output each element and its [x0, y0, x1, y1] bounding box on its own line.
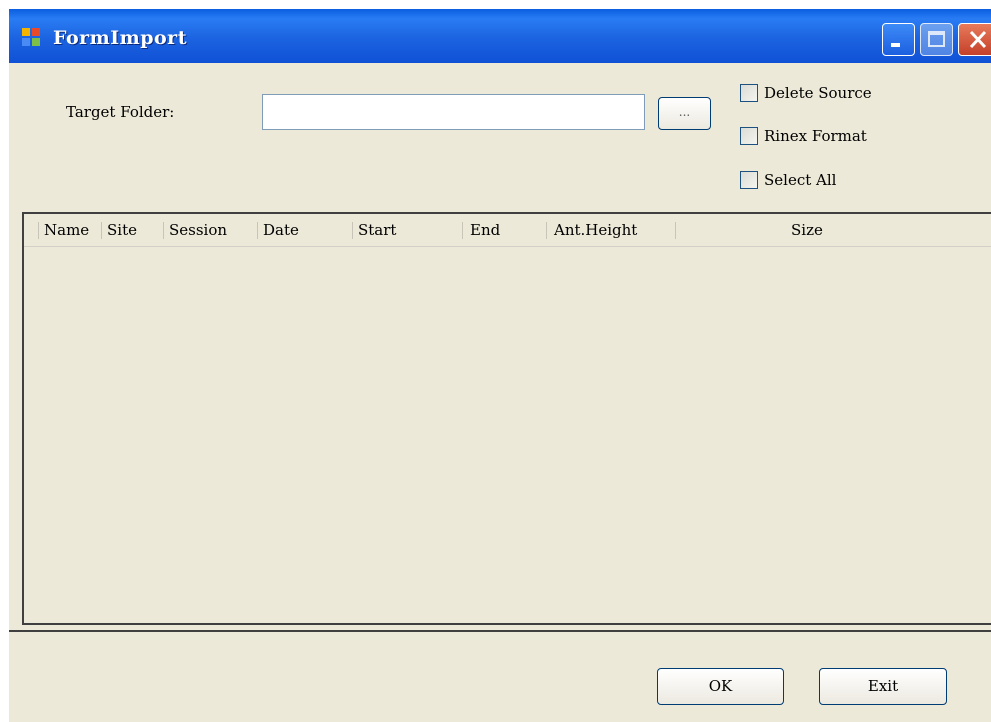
ok-button[interactable]: OK — [657, 668, 784, 705]
delete-source-label: Delete Source — [764, 84, 872, 102]
window-title: FormImport — [53, 27, 187, 49]
rinex-format-checkbox[interactable] — [740, 127, 758, 145]
close-icon — [969, 30, 987, 49]
exit-button[interactable]: Exit — [819, 668, 947, 705]
column-separator — [462, 222, 463, 239]
browse-button[interactable]: ... — [658, 97, 711, 130]
minimize-icon — [891, 43, 900, 47]
rinex-format-label: Rinex Format — [764, 127, 867, 145]
column-separator — [675, 222, 676, 239]
target-folder-input[interactable] — [262, 94, 645, 130]
app-icon — [22, 28, 40, 46]
file-list-view[interactable]: Name Site Session Date Start End Ant.Hei… — [22, 212, 991, 625]
delete-source-checkbox[interactable] — [740, 84, 758, 102]
column-header-session[interactable]: Session — [169, 221, 227, 239]
column-separator — [101, 222, 102, 239]
list-header: Name Site Session Date Start End Ant.Hei… — [24, 214, 991, 247]
column-header-end[interactable]: End — [470, 221, 500, 239]
column-separator — [352, 222, 353, 239]
select-all-label: Select All — [764, 171, 837, 189]
bottom-divider — [9, 630, 991, 632]
maximize-button[interactable] — [920, 23, 953, 56]
column-header-ant-height[interactable]: Ant.Height — [554, 221, 637, 239]
column-header-size[interactable]: Size — [791, 221, 823, 239]
column-separator — [163, 222, 164, 239]
close-button[interactable] — [958, 23, 991, 56]
column-header-start[interactable]: Start — [358, 221, 396, 239]
target-folder-label: Target Folder: — [66, 103, 175, 121]
column-header-date[interactable]: Date — [263, 221, 299, 239]
column-header-site[interactable]: Site — [107, 221, 137, 239]
column-separator — [38, 222, 39, 239]
title-bar[interactable]: FormImport — [9, 9, 991, 63]
form-import-window: FormImport Target Folder: ... Delete Sou… — [9, 9, 991, 722]
minimize-button[interactable] — [882, 23, 915, 56]
select-all-checkbox[interactable] — [740, 171, 758, 189]
column-separator — [546, 222, 547, 239]
column-header-name[interactable]: Name — [44, 221, 89, 239]
maximize-icon — [928, 31, 945, 47]
column-separator — [257, 222, 258, 239]
